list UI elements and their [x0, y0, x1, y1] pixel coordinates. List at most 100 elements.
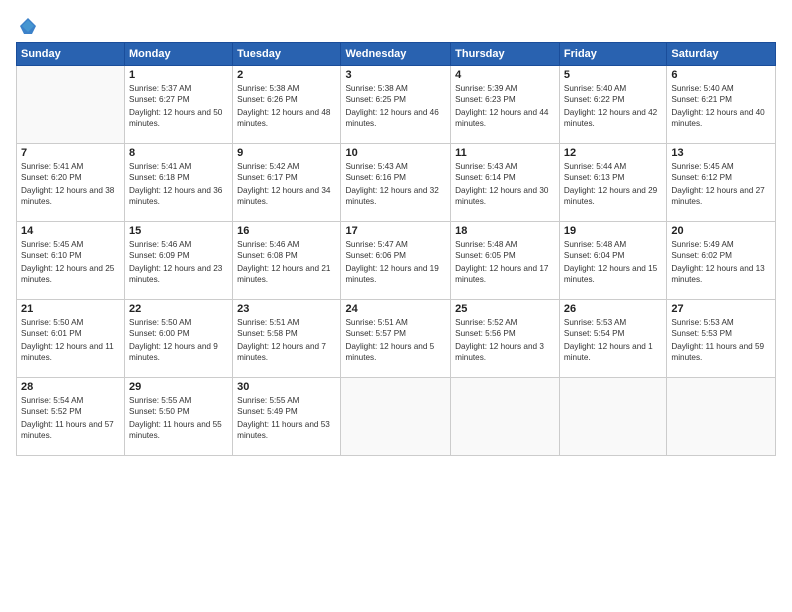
day-cell: 9 Sunrise: 5:42 AM Sunset: 6:17 PM Dayli…: [233, 144, 341, 222]
daylight-text: Daylight: 12 hours and 42 minutes.: [564, 107, 662, 130]
day-cell: [451, 378, 560, 456]
sunset-text: Sunset: 6:02 PM: [671, 250, 771, 261]
day-number: 18: [455, 225, 555, 237]
sunset-text: Sunset: 6:10 PM: [21, 250, 120, 261]
day-number: 21: [21, 303, 120, 315]
day-cell: [341, 378, 451, 456]
day-info: Sunrise: 5:41 AM Sunset: 6:18 PM Dayligh…: [129, 161, 228, 208]
day-info: Sunrise: 5:39 AM Sunset: 6:23 PM Dayligh…: [455, 83, 555, 130]
sunset-text: Sunset: 6:22 PM: [564, 94, 662, 105]
day-info: Sunrise: 5:46 AM Sunset: 6:09 PM Dayligh…: [129, 239, 228, 286]
daylight-text: Daylight: 12 hours and 50 minutes.: [129, 107, 228, 130]
sunrise-text: Sunrise: 5:46 AM: [129, 239, 228, 250]
day-number: 30: [237, 381, 336, 393]
week-row-2: 7 Sunrise: 5:41 AM Sunset: 6:20 PM Dayli…: [17, 144, 776, 222]
day-number: 2: [237, 69, 336, 81]
sunset-text: Sunset: 6:06 PM: [345, 250, 446, 261]
sunrise-text: Sunrise: 5:55 AM: [129, 395, 228, 406]
sunrise-text: Sunrise: 5:50 AM: [129, 317, 228, 328]
day-number: 1: [129, 69, 228, 81]
day-number: 14: [21, 225, 120, 237]
day-info: Sunrise: 5:52 AM Sunset: 5:56 PM Dayligh…: [455, 317, 555, 364]
day-info: Sunrise: 5:50 AM Sunset: 6:00 PM Dayligh…: [129, 317, 228, 364]
day-number: 3: [345, 69, 446, 81]
day-cell: 15 Sunrise: 5:46 AM Sunset: 6:09 PM Dayl…: [125, 222, 233, 300]
sunset-text: Sunset: 6:23 PM: [455, 94, 555, 105]
day-number: 11: [455, 147, 555, 159]
day-info: Sunrise: 5:38 AM Sunset: 6:26 PM Dayligh…: [237, 83, 336, 130]
sunrise-text: Sunrise: 5:51 AM: [237, 317, 336, 328]
sunrise-text: Sunrise: 5:51 AM: [345, 317, 446, 328]
day-info: Sunrise: 5:38 AM Sunset: 6:25 PM Dayligh…: [345, 83, 446, 130]
daylight-text: Daylight: 12 hours and 5 minutes.: [345, 341, 446, 364]
day-cell: 16 Sunrise: 5:46 AM Sunset: 6:08 PM Dayl…: [233, 222, 341, 300]
sunset-text: Sunset: 6:20 PM: [21, 172, 120, 183]
day-info: Sunrise: 5:37 AM Sunset: 6:27 PM Dayligh…: [129, 83, 228, 130]
sunrise-text: Sunrise: 5:53 AM: [671, 317, 771, 328]
day-cell: 17 Sunrise: 5:47 AM Sunset: 6:06 PM Dayl…: [341, 222, 451, 300]
day-cell: 2 Sunrise: 5:38 AM Sunset: 6:26 PM Dayli…: [233, 66, 341, 144]
day-number: 4: [455, 69, 555, 81]
day-number: 26: [564, 303, 662, 315]
daylight-text: Daylight: 12 hours and 27 minutes.: [671, 185, 771, 208]
day-cell: 14 Sunrise: 5:45 AM Sunset: 6:10 PM Dayl…: [17, 222, 125, 300]
day-info: Sunrise: 5:49 AM Sunset: 6:02 PM Dayligh…: [671, 239, 771, 286]
daylight-text: Daylight: 12 hours and 46 minutes.: [345, 107, 446, 130]
week-row-1: 1 Sunrise: 5:37 AM Sunset: 6:27 PM Dayli…: [17, 66, 776, 144]
header: [16, 16, 776, 32]
daylight-text: Daylight: 12 hours and 38 minutes.: [21, 185, 120, 208]
sunset-text: Sunset: 6:08 PM: [237, 250, 336, 261]
day-number: 28: [21, 381, 120, 393]
day-number: 19: [564, 225, 662, 237]
daylight-text: Daylight: 12 hours and 9 minutes.: [129, 341, 228, 364]
daylight-text: Daylight: 12 hours and 17 minutes.: [455, 263, 555, 286]
day-number: 20: [671, 225, 771, 237]
daylight-text: Daylight: 12 hours and 30 minutes.: [455, 185, 555, 208]
col-wednesday: Wednesday: [341, 43, 451, 66]
daylight-text: Daylight: 11 hours and 57 minutes.: [21, 419, 120, 442]
day-cell: 20 Sunrise: 5:49 AM Sunset: 6:02 PM Dayl…: [667, 222, 776, 300]
day-cell: 23 Sunrise: 5:51 AM Sunset: 5:58 PM Dayl…: [233, 300, 341, 378]
sunset-text: Sunset: 6:17 PM: [237, 172, 336, 183]
day-info: Sunrise: 5:45 AM Sunset: 6:10 PM Dayligh…: [21, 239, 120, 286]
daylight-text: Daylight: 11 hours and 59 minutes.: [671, 341, 771, 364]
day-info: Sunrise: 5:46 AM Sunset: 6:08 PM Dayligh…: [237, 239, 336, 286]
daylight-text: Daylight: 12 hours and 32 minutes.: [345, 185, 446, 208]
day-number: 10: [345, 147, 446, 159]
sunrise-text: Sunrise: 5:41 AM: [129, 161, 228, 172]
day-info: Sunrise: 5:55 AM Sunset: 5:50 PM Dayligh…: [129, 395, 228, 442]
day-info: Sunrise: 5:47 AM Sunset: 6:06 PM Dayligh…: [345, 239, 446, 286]
sunrise-text: Sunrise: 5:55 AM: [237, 395, 336, 406]
day-cell: 1 Sunrise: 5:37 AM Sunset: 6:27 PM Dayli…: [125, 66, 233, 144]
logo-icon: [18, 16, 38, 36]
daylight-text: Daylight: 12 hours and 29 minutes.: [564, 185, 662, 208]
day-info: Sunrise: 5:43 AM Sunset: 6:16 PM Dayligh…: [345, 161, 446, 208]
sunset-text: Sunset: 6:05 PM: [455, 250, 555, 261]
sunset-text: Sunset: 5:49 PM: [237, 406, 336, 417]
day-cell: 11 Sunrise: 5:43 AM Sunset: 6:14 PM Dayl…: [451, 144, 560, 222]
sunset-text: Sunset: 5:56 PM: [455, 328, 555, 339]
day-cell: [667, 378, 776, 456]
daylight-text: Daylight: 12 hours and 11 minutes.: [21, 341, 120, 364]
day-cell: 8 Sunrise: 5:41 AM Sunset: 6:18 PM Dayli…: [125, 144, 233, 222]
day-cell: 13 Sunrise: 5:45 AM Sunset: 6:12 PM Dayl…: [667, 144, 776, 222]
day-cell: 27 Sunrise: 5:53 AM Sunset: 5:53 PM Dayl…: [667, 300, 776, 378]
sunset-text: Sunset: 5:52 PM: [21, 406, 120, 417]
sunset-text: Sunset: 6:25 PM: [345, 94, 446, 105]
daylight-text: Daylight: 12 hours and 19 minutes.: [345, 263, 446, 286]
day-number: 12: [564, 147, 662, 159]
daylight-text: Daylight: 12 hours and 40 minutes.: [671, 107, 771, 130]
col-tuesday: Tuesday: [233, 43, 341, 66]
day-info: Sunrise: 5:40 AM Sunset: 6:22 PM Dayligh…: [564, 83, 662, 130]
day-number: 22: [129, 303, 228, 315]
day-info: Sunrise: 5:43 AM Sunset: 6:14 PM Dayligh…: [455, 161, 555, 208]
day-number: 6: [671, 69, 771, 81]
sunrise-text: Sunrise: 5:37 AM: [129, 83, 228, 94]
col-sunday: Sunday: [17, 43, 125, 66]
daylight-text: Daylight: 12 hours and 36 minutes.: [129, 185, 228, 208]
daylight-text: Daylight: 12 hours and 34 minutes.: [237, 185, 336, 208]
daylight-text: Daylight: 12 hours and 7 minutes.: [237, 341, 336, 364]
sunset-text: Sunset: 5:53 PM: [671, 328, 771, 339]
sunrise-text: Sunrise: 5:38 AM: [345, 83, 446, 94]
sunrise-text: Sunrise: 5:52 AM: [455, 317, 555, 328]
